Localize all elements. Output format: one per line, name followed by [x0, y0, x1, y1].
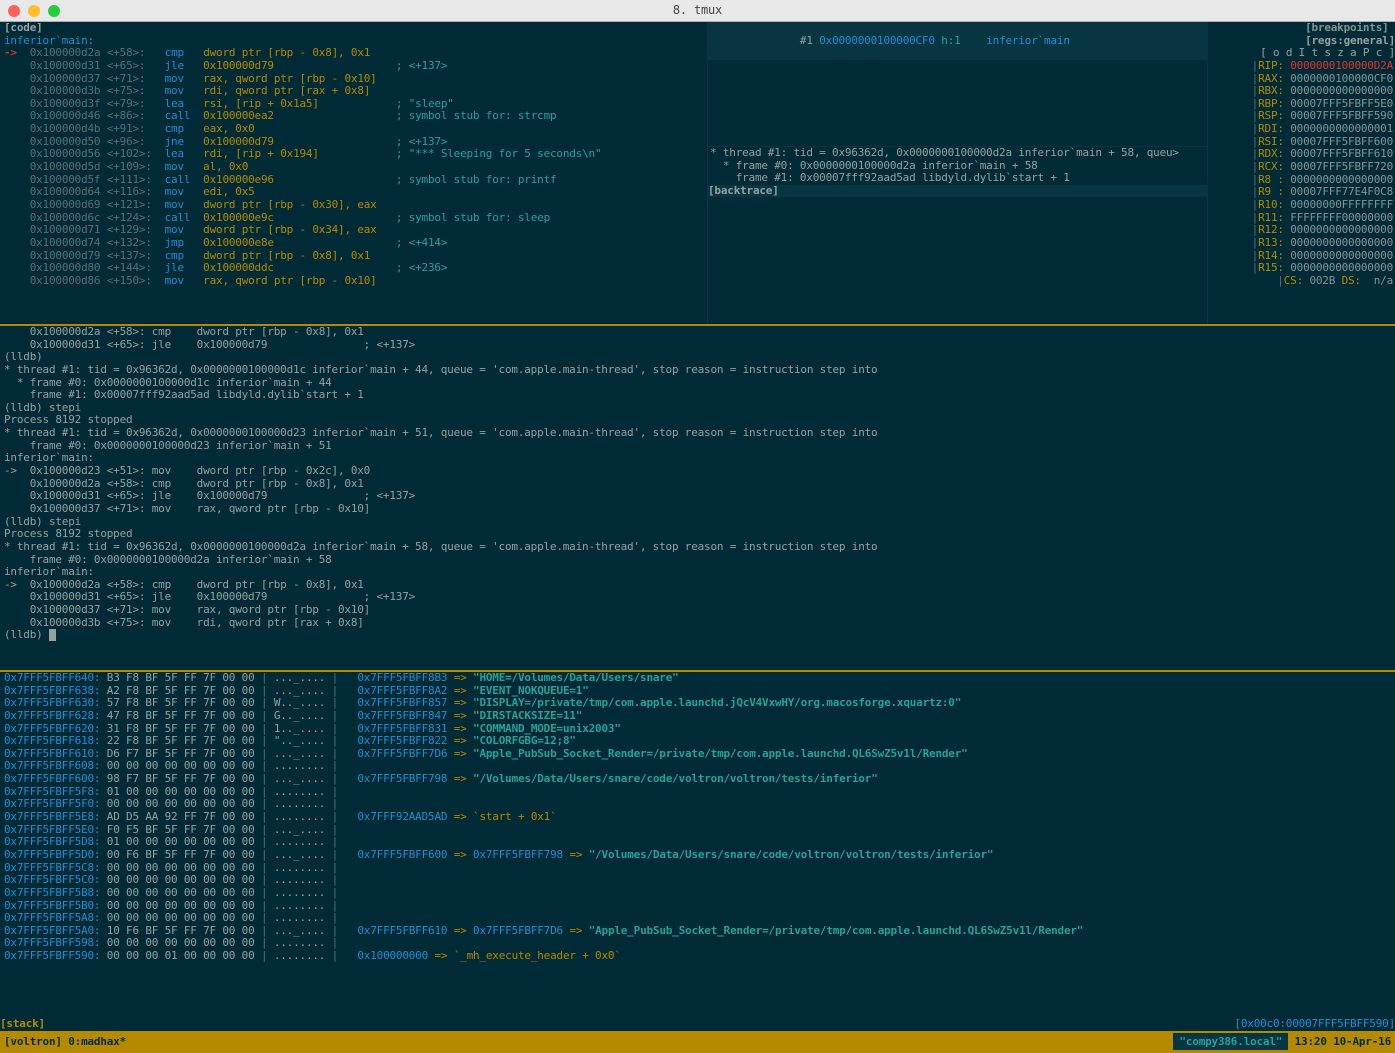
segment-regs: |CS: 002B DS: n/a	[1208, 275, 1395, 288]
status-left: [voltron] 0:madhax*	[4, 1036, 126, 1049]
stack-hexdump: 0x7FFF5FBFF640: B3 F8 BF 5F FF 7F 00 00 …	[4, 672, 1391, 963]
console-output: 0x100000d2a <+58>: cmp dword ptr [rbp - …	[4, 326, 1391, 642]
pane-code-header: [code]	[4, 22, 703, 35]
pane-registers[interactable]: [breakpoints] [regs:general] [ o d I t s…	[1207, 22, 1395, 324]
tmux-session[interactable]: [code] inferior`main: -> 0x100000d2a <+5…	[0, 22, 1395, 1031]
zoom-button[interactable]	[48, 5, 60, 17]
pane-stack-header: [stack]	[0, 1018, 45, 1031]
window-title: 8. tmux	[673, 4, 722, 18]
pane-code[interactable]: [code] inferior`main: -> 0x100000d2a <+5…	[0, 22, 708, 324]
pane-backtrace[interactable]: #1 0x0000000100000CF0 h:1 inferior`main …	[708, 22, 1207, 324]
close-button[interactable]	[8, 5, 20, 17]
status-right: "compy386.local" 13:20 10-Apr-16	[1167, 1036, 1391, 1049]
pane-backtrace-header: [backtrace]	[708, 185, 1207, 198]
disassembly-listing: -> 0x100000d2a <+58>: cmp dword ptr [rbp…	[4, 47, 703, 287]
minimize-button[interactable]	[28, 5, 40, 17]
backtrace-lines: * thread #1: tid = 0x96362d, 0x000000010…	[708, 147, 1207, 185]
pane-console[interactable]: 0x100000d2a <+58>: cmp dword ptr [rbp - …	[0, 326, 1395, 672]
window-titlebar: 8. tmux	[0, 0, 1395, 22]
stack-footer-addr: [0x00c0:00007FFF5FBFF590]	[1234, 1018, 1395, 1031]
pane-breakpoints-header: [breakpoints]	[1208, 22, 1395, 35]
pane-stack[interactable]: 0x7FFF5FBFF640: B3 F8 BF 5F FF 7F 00 00 …	[0, 672, 1395, 1031]
register-list: |RIP: 0000000100000D2A|RAX: 000000010000…	[1208, 60, 1395, 275]
tmux-status-bar[interactable]: [voltron] 0:madhax* "compy386.local" 13:…	[0, 1031, 1395, 1053]
breakpoint-entry: #1 0x0000000100000CF0 h:1 inferior`main	[708, 22, 1207, 60]
